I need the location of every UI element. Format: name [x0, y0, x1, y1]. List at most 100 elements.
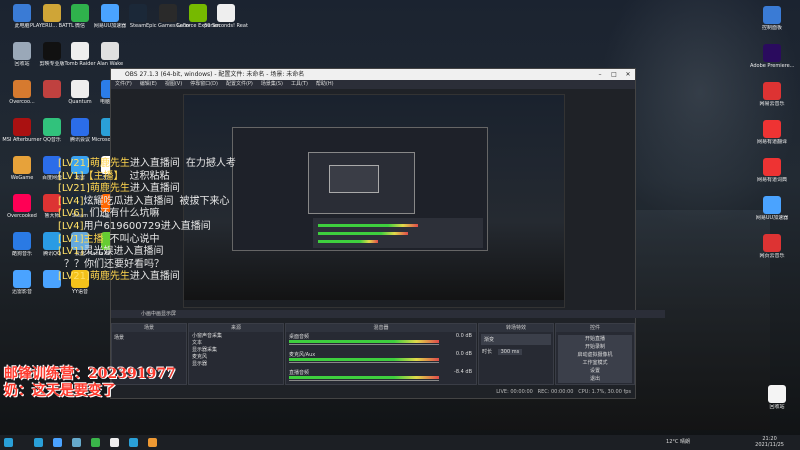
app-icon: [13, 4, 31, 22]
document-icon: [768, 385, 786, 403]
source-item[interactable]: 小窗声音采集: [192, 333, 280, 340]
mixer-track-db: -8.4 dB: [454, 369, 472, 375]
mixer-panel[interactable]: 混音器 桌面音频 0.0 dB 麦克风/Aux 0.0 dB 直播音频 -8.4 dB: [285, 323, 477, 385]
menu-item[interactable]: 视图(V): [165, 81, 182, 87]
chat-tail: 在力撼人考: [185, 158, 236, 169]
chat-message: [LV21]萌鹿先生进入直播间: [58, 267, 186, 282]
preview-header: 小画中画显示屏: [111, 310, 665, 318]
desktop-icon-label: 控制面板: [761, 25, 782, 31]
menu-item[interactable]: 配置文件(P): [226, 81, 253, 87]
start-button-icon[interactable]: [4, 438, 13, 447]
obs-statusbar: LIVE: 00:00:00 REC: 00:00:00 CPU: 1.7%, …: [111, 387, 635, 397]
maximize-icon[interactable]: □: [607, 69, 621, 80]
taskbar-app-icon[interactable]: [34, 438, 43, 447]
desktop-icon-label: 网页云音乐: [759, 253, 785, 259]
app-icon: [13, 156, 31, 174]
desktop-icon-label: Adobe Premiere...: [750, 63, 794, 69]
app-icon: [71, 4, 89, 22]
taskbar-app-icon[interactable]: [110, 438, 119, 447]
control-button[interactable]: 开始录制: [558, 343, 632, 351]
system-clock[interactable]: 21:20 2021/11/25: [755, 436, 784, 448]
volume-meter: [289, 340, 439, 343]
source-item[interactable]: 显示器采集: [192, 347, 280, 354]
desktop-icon[interactable]: 60 Seconds! Reatomized: [204, 2, 248, 42]
app-icon: [217, 4, 235, 22]
menu-item[interactable]: 工具(T): [291, 81, 308, 87]
volume-meter: [289, 376, 439, 379]
app-icon: [159, 4, 177, 22]
windows-taskbar: 12°C 晴朗 21:20 2021/11/25: [0, 435, 800, 450]
chat-text: 进入直播间: [129, 271, 180, 283]
desktop-icon[interactable]: 网易UU加速器: [750, 194, 794, 234]
taskbar-app-icon[interactable]: [53, 438, 62, 447]
app-icon: [763, 120, 781, 138]
taskbar-app-icon[interactable]: [148, 438, 157, 447]
minimize-icon[interactable]: –: [593, 69, 607, 80]
control-button[interactable]: 开始直播: [558, 335, 632, 343]
mixer-track-db: 0.0 dB: [455, 351, 472, 357]
control-button[interactable]: 启动虚拟摄像机: [558, 351, 632, 359]
app-icon: [13, 270, 31, 288]
obs-titlebar[interactable]: OBS 27.1.3 (64-bit, windows) - 配置文件: 未命名…: [111, 69, 635, 80]
app-icon: [101, 42, 119, 60]
desktop-icon-label: 60 Seconds! Reatomized: [204, 23, 248, 29]
menu-item[interactable]: 场景集(S): [261, 81, 283, 87]
desktop-icon-label: 网易UU加速器: [755, 215, 789, 221]
volume-slider[interactable]: [289, 344, 439, 345]
obs-preview[interactable]: [183, 94, 565, 308]
app-icon: [763, 234, 781, 252]
chat-tail: 被拔下来心: [179, 195, 230, 207]
volume-slider[interactable]: [289, 362, 439, 363]
mixer-track: 直播音频 -8.4 dB: [286, 368, 476, 386]
app-icon: [71, 80, 89, 98]
volume-meter: [289, 358, 439, 361]
chat-username: 萌鹿先生: [89, 271, 130, 283]
mixer-track: 桌面音频 0.0 dB: [286, 332, 476, 350]
nested-obs-window-2: [308, 152, 415, 214]
transition-duration-input[interactable]: 300 ms: [497, 349, 523, 355]
obs-window[interactable]: OBS 27.1.3 (64-bit, windows) - 配置文件: 未命名…: [110, 68, 665, 399]
desktop-icon-label: 网易云音乐: [759, 101, 785, 107]
source-item[interactable]: 显示器: [192, 361, 280, 368]
taskbar-app-icon[interactable]: [129, 438, 138, 447]
volume-slider[interactable]: [289, 380, 439, 381]
sources-panel[interactable]: 来源 小窗声音采集 文本 显示器采集 麦克风 显示器: [188, 323, 284, 385]
close-icon[interactable]: ✕: [621, 69, 635, 80]
obs-menubar: 文件(F) 编辑(E) 视图(V) 停靠窗口(D) 配置文件(P) 场景集(S) 工具(T)…: [111, 80, 635, 89]
taskbar-app-icon[interactable]: [91, 438, 100, 447]
recycle-bin-icon-right[interactable]: 回收站: [755, 383, 799, 423]
obs-title: OBS 27.1.3 (64-bit, windows) - 配置文件: 未命名…: [125, 71, 305, 78]
danmaku-line-2: 奶：这天是要变了: [4, 383, 116, 399]
weather-widget[interactable]: 12°C 晴朗: [666, 438, 690, 445]
control-button[interactable]: 工作室模式: [558, 359, 632, 367]
desktop-icon[interactable]: 网易有道词典: [750, 156, 794, 196]
app-icon: [763, 196, 781, 214]
app-icon: [13, 42, 31, 60]
desktop-icon[interactable]: 网易云音乐: [750, 80, 794, 120]
control-button[interactable]: 退出: [558, 375, 632, 383]
sources-list: 小窗声音采集 文本 显示器采集 麦克风 显示器: [189, 332, 283, 369]
menu-item[interactable]: 帮助(H): [316, 81, 334, 87]
menu-item[interactable]: 停靠窗口(D): [190, 81, 218, 87]
desktop-icon-label: Alan Wake: [96, 61, 124, 67]
desktop-icon[interactable]: 网页云音乐: [750, 232, 794, 272]
source-item[interactable]: 麦克风: [192, 354, 280, 361]
desktop-icon[interactable]: 控制面板: [750, 4, 794, 44]
menu-item[interactable]: 编辑(E): [140, 81, 157, 87]
app-icon: [71, 118, 89, 136]
taskbar-app-icon[interactable]: [72, 438, 81, 447]
app-icon: [763, 82, 781, 100]
desktop-icon[interactable]: Adobe Premiere...: [750, 42, 794, 82]
transitions-panel[interactable]: 转场特效 渐变 时长 300 ms: [478, 323, 554, 385]
scene-item[interactable]: 场景: [112, 332, 186, 343]
transition-select[interactable]: 渐变: [481, 334, 551, 345]
nested-obs-window: [232, 127, 488, 251]
source-item[interactable]: 文本: [192, 340, 280, 347]
transition-duration-row: 时长 300 ms: [479, 347, 553, 356]
nested-obs-window-3: [329, 165, 379, 193]
desktop-icon[interactable]: 网易有道翻译: [750, 118, 794, 158]
control-button[interactable]: 设置: [558, 367, 632, 375]
app-icon: [71, 42, 89, 60]
mixer-track-db: 0.0 dB: [455, 333, 472, 339]
menu-item[interactable]: 文件(F): [115, 81, 132, 87]
